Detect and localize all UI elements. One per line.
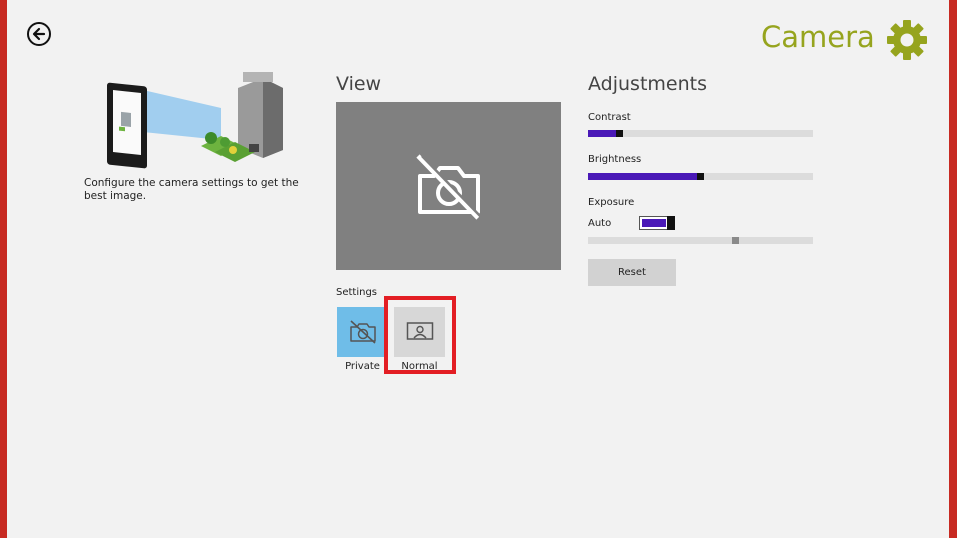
view-heading: View [336,73,382,95]
exposure-auto-label: Auto [588,218,612,229]
brightness-slider[interactable] [588,173,813,180]
exposure-auto-toggle-fill [642,219,666,227]
setting-private-button[interactable] [337,307,388,357]
reset-button[interactable]: Reset [588,259,676,286]
contrast-slider-thumb[interactable] [616,130,623,137]
exposure-slider[interactable] [588,237,813,244]
contrast-slider[interactable] [588,130,813,137]
settings-heading: Settings [336,287,378,298]
camera-off-icon [350,320,376,344]
exposure-auto-toggle[interactable] [639,216,675,230]
adjustments-heading: Adjustments [588,73,707,95]
exposure-slider-thumb[interactable] [732,237,739,244]
camera-off-icon [416,154,483,220]
gear-icon[interactable] [885,18,929,62]
brightness-label: Brightness [588,154,642,165]
brightness-slider-thumb[interactable] [697,173,704,180]
camera-settings-app: Camera Configure the camera settings to … [7,0,949,538]
camera-preview [336,102,561,270]
camera-illustration [107,72,283,169]
contrast-label: Contrast [588,112,631,123]
exposure-label: Exposure [588,197,635,208]
selection-highlight [384,296,456,374]
back-button[interactable] [27,22,51,46]
page-title: Camera [761,20,875,54]
exposure-auto-toggle-knob[interactable] [667,216,675,230]
brightness-slider-fill [588,173,697,180]
setting-private-label: Private [345,361,380,372]
contrast-slider-fill [588,130,616,137]
intro-description: Configure the camera settings to get the… [84,177,299,202]
back-arrow-icon [32,27,46,41]
